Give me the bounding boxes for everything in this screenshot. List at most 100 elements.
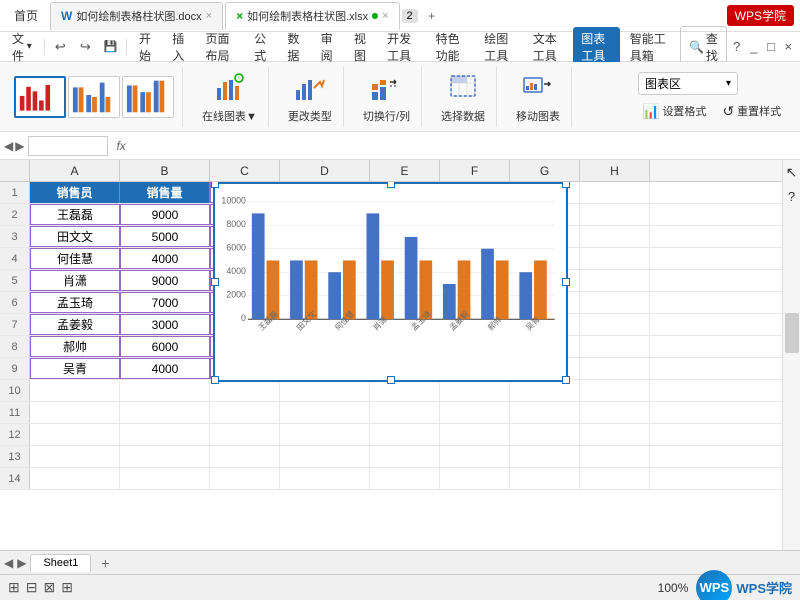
undo-button[interactable]: ↩	[48, 35, 72, 59]
scroll-left-button[interactable]: ◀	[4, 556, 13, 570]
resize-handle-right[interactable]	[562, 278, 570, 286]
cell-c10[interactable]	[210, 380, 280, 401]
cell-h3[interactable]	[580, 226, 650, 247]
cell-a2[interactable]: 王磊磊	[30, 204, 120, 225]
chart-thumb-3[interactable]	[122, 76, 174, 118]
right-panel-cursor-icon[interactable]: ↖	[786, 164, 798, 181]
menu-data[interactable]: 数据	[279, 27, 310, 67]
resize-handle-bottom[interactable]	[387, 376, 395, 384]
right-panel-help-icon[interactable]: ?	[788, 189, 795, 204]
maximize-button[interactable]: □	[763, 35, 778, 59]
cell-a13[interactable]	[30, 446, 120, 467]
menu-dev[interactable]: 开发工具	[379, 27, 426, 67]
resize-handle-topleft[interactable]	[211, 182, 219, 188]
cell-a14[interactable]	[30, 468, 120, 489]
menu-draw[interactable]: 绘图工具	[476, 27, 523, 67]
cell-a1[interactable]: 销售员	[30, 182, 120, 203]
menu-start[interactable]: 开始	[131, 27, 162, 67]
cell-reference-input[interactable]	[28, 136, 108, 156]
tab-docx[interactable]: W 如何绘制表格柱状图.docx ×	[50, 2, 223, 30]
scroll-right-button[interactable]: ▶	[17, 556, 26, 570]
cell-a4[interactable]: 何佳慧	[30, 248, 120, 269]
menu-text[interactable]: 文本工具	[525, 27, 572, 67]
new-tab-button[interactable]: +	[420, 4, 444, 28]
menu-insert[interactable]: 插入	[164, 27, 195, 67]
cell-b3[interactable]: 5000	[120, 226, 210, 247]
cell-d10[interactable]	[280, 380, 370, 401]
resize-handle-bottomleft[interactable]	[211, 376, 219, 384]
cell-h9[interactable]	[580, 358, 650, 379]
cell-a10[interactable]	[30, 380, 120, 401]
cell-h8[interactable]	[580, 336, 650, 357]
docx-close[interactable]: ×	[206, 10, 212, 22]
cell-e10[interactable]	[370, 380, 440, 401]
resize-handle-left[interactable]	[211, 278, 219, 286]
cell-f10[interactable]	[440, 380, 510, 401]
cell-h10[interactable]	[580, 380, 650, 401]
chart-thumb-2[interactable]	[68, 76, 120, 118]
cell-b9[interactable]: 4000	[120, 358, 210, 379]
file-menu[interactable]: 文件 ▾	[4, 27, 40, 67]
home-button[interactable]: 首页	[6, 5, 46, 26]
cell-b10[interactable]	[120, 380, 210, 401]
cell-a3[interactable]: 田文文	[30, 226, 120, 247]
cell-b2[interactable]: 9000	[120, 204, 210, 225]
add-sheet-button[interactable]: +	[95, 553, 115, 573]
change-type-button[interactable]: 更改类型	[283, 67, 337, 127]
cell-b8[interactable]: 6000	[120, 336, 210, 357]
cell-h7[interactable]	[580, 314, 650, 335]
reset-style-button[interactable]: ↺ 重置样式	[718, 101, 785, 122]
xlsx-close[interactable]: ×	[382, 10, 388, 22]
cell-h6[interactable]	[580, 292, 650, 313]
menu-page[interactable]: 页面布局	[198, 27, 245, 67]
chart-container[interactable]: 10000 8000 6000 4000 2000 0	[213, 182, 568, 382]
status-icon-4[interactable]: ⊞	[61, 579, 73, 596]
cell-h1[interactable]	[580, 182, 650, 203]
menu-formula[interactable]: 公式	[246, 27, 277, 67]
resize-handle-top[interactable]	[387, 182, 395, 188]
cell-a6[interactable]: 孟玉琦	[30, 292, 120, 313]
cell-b4[interactable]: 4000	[120, 248, 210, 269]
menu-chart-tool[interactable]: 图表工具	[573, 27, 620, 67]
cell-a5[interactable]: 肖潇	[30, 270, 120, 291]
move-chart-button[interactable]: 移动图表	[511, 67, 565, 127]
chart-area-dropdown[interactable]: 图表区 ▾	[638, 72, 738, 95]
status-icon-1[interactable]: ⊞	[8, 579, 20, 596]
chart-thumb-1[interactable]	[14, 76, 66, 118]
cell-b7[interactable]: 3000	[120, 314, 210, 335]
cell-a11[interactable]	[30, 402, 120, 423]
close-button[interactable]: ×	[781, 35, 796, 59]
save-button[interactable]: 💾	[98, 35, 122, 59]
select-data-button[interactable]: 选择数据	[436, 67, 490, 127]
sheet-tab-sheet1[interactable]: Sheet1	[30, 554, 91, 572]
redo-button[interactable]: ↪	[73, 35, 97, 59]
menu-review[interactable]: 审阅	[313, 27, 344, 67]
cell-a8[interactable]: 郝帅	[30, 336, 120, 357]
resize-handle-bottomright[interactable]	[562, 376, 570, 384]
prev-icon[interactable]: ◀	[4, 139, 13, 153]
cell-a9[interactable]: 吴青	[30, 358, 120, 379]
cell-b6[interactable]: 7000	[120, 292, 210, 313]
status-icon-3[interactable]: ⊠	[43, 579, 55, 596]
minimize-button[interactable]: _	[746, 35, 761, 59]
set-format-button[interactable]: 📊 设置格式	[638, 101, 710, 122]
menu-special[interactable]: 特色功能	[428, 27, 475, 67]
wps-learn-button[interactable]: WPS学院	[727, 5, 794, 26]
next-icon[interactable]: ▶	[15, 139, 24, 153]
cell-a12[interactable]	[30, 424, 120, 445]
menu-view[interactable]: 视图	[346, 27, 377, 67]
switch-rowcol-button[interactable]: 切换行/列	[358, 67, 415, 127]
menu-smart[interactable]: 智能工具箱	[622, 27, 676, 67]
cell-h5[interactable]	[580, 270, 650, 291]
help-button[interactable]: ?	[729, 35, 744, 59]
cell-a7[interactable]: 孟姜毅	[30, 314, 120, 335]
scrollbar-thumb[interactable]	[785, 313, 799, 353]
resize-handle-topright[interactable]	[562, 182, 570, 188]
status-icon-2[interactable]: ⊟	[26, 579, 38, 596]
cell-h2[interactable]	[580, 204, 650, 225]
cell-h4[interactable]	[580, 248, 650, 269]
cell-b5[interactable]: 9000	[120, 270, 210, 291]
formula-input[interactable]	[134, 137, 796, 155]
online-chart-button[interactable]: ↑ 在线图表▼	[197, 67, 262, 127]
cell-b1[interactable]: 销售量	[120, 182, 210, 203]
